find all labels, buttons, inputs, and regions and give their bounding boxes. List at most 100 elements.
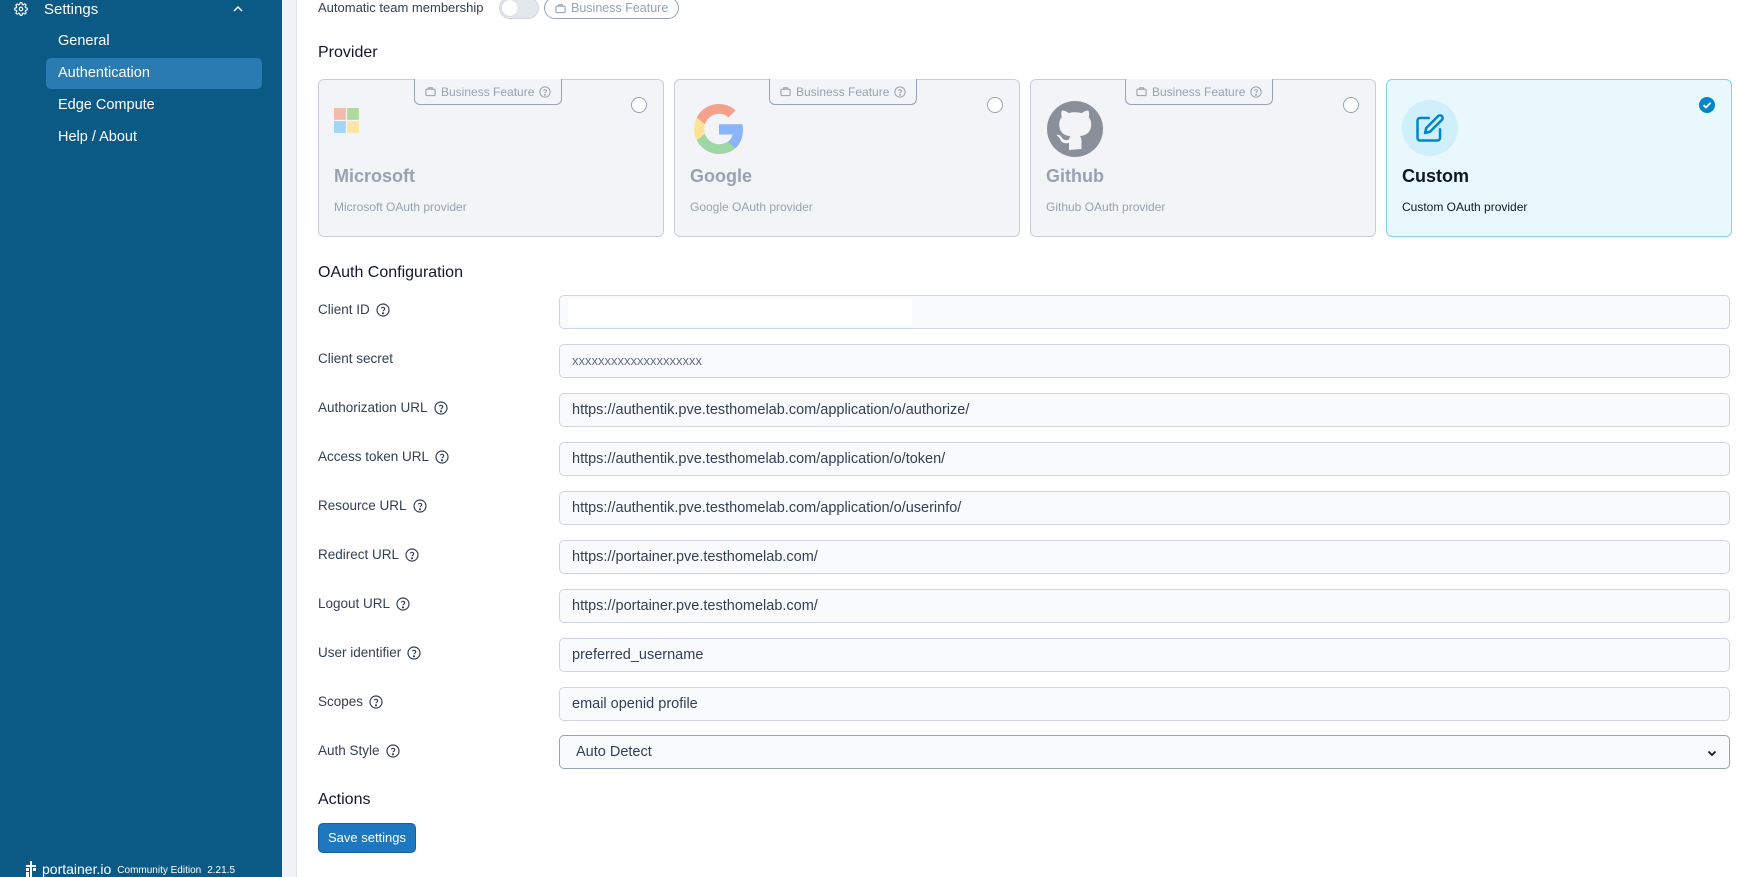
briefcase-icon: [780, 87, 791, 97]
select-value: Auto Detect: [576, 744, 652, 760]
check-icon: [1702, 102, 1712, 109]
team-membership-label: Automatic team membership: [318, 0, 484, 15]
scopes-label: Scopes: [318, 694, 383, 709]
label-text: Client secret: [318, 351, 394, 366]
provider-description: Google OAuth provider: [690, 200, 813, 214]
authorization-url-input[interactable]: https://authentik.pve.testhomelab.com/ap…: [559, 393, 1730, 427]
edit-icon: [1416, 114, 1444, 142]
label-text: Authorization URL: [318, 400, 428, 415]
provider-name: Google: [690, 166, 752, 186]
label-text: Scopes: [318, 694, 364, 709]
sidebar-item-help-about[interactable]: Help / About: [46, 122, 262, 153]
user-identifier-input[interactable]: preferred_username: [559, 638, 1730, 672]
badge-label: Business Feature: [1152, 84, 1246, 99]
briefcase-icon: [1136, 87, 1147, 97]
business-feature-badge: Business Feature: [414, 79, 563, 105]
chevron-up-icon[interactable]: [232, 3, 244, 15]
badge-label: Business Feature: [571, 1, 669, 15]
label-text: Auth Style: [318, 743, 380, 758]
client-id-input[interactable]: [559, 295, 1730, 329]
sidebar: Settings General Authentication Edge Com…: [0, 0, 282, 877]
label-text: Resource URL: [318, 498, 407, 513]
help-icon[interactable]: [412, 498, 427, 513]
provider-card-google[interactable]: Business Feature Google Google OAuth pro…: [674, 79, 1020, 237]
help-icon[interactable]: [433, 400, 448, 415]
logout-url-input[interactable]: https://portainer.pve.testhomelab.com/: [559, 589, 1730, 623]
provider-card-github[interactable]: Business Feature Github Github OAuth pro…: [1030, 79, 1376, 237]
provider-radio-custom[interactable]: [1699, 97, 1715, 113]
provider-name: Microsoft: [334, 166, 415, 186]
label-text: Redirect URL: [318, 547, 400, 562]
sidebar-item-authentication[interactable]: Authentication: [46, 58, 262, 89]
oauth-config-title: OAuth Configuration: [318, 264, 463, 281]
label-text: Logout URL: [318, 596, 391, 611]
help-icon[interactable]: [396, 596, 410, 611]
portainer-logo-icon: [26, 861, 36, 877]
help-icon[interactable]: [894, 85, 907, 98]
access-token-url-input[interactable]: https://authentik.pve.testhomelab.com/ap…: [559, 442, 1730, 476]
provider-card-custom[interactable]: Custom Custom OAuth provider: [1386, 79, 1732, 237]
access-token-url-label: Access token URL: [318, 449, 449, 464]
help-icon[interactable]: [539, 85, 552, 98]
footer-version: 2.21.5: [207, 865, 236, 876]
help-icon[interactable]: [369, 694, 383, 709]
team-membership-business-badge: Business Feature: [544, 0, 680, 19]
save-settings-button[interactable]: Save settings: [318, 823, 416, 853]
briefcase-icon: [425, 87, 436, 97]
custom-icon-circle: [1402, 100, 1458, 156]
provider-title: Provider: [318, 44, 378, 61]
authorization-url-label: Authorization URL: [318, 400, 448, 415]
sidebar-footer: portainer.io Community Edition 2.21.5: [24, 860, 235, 877]
help-icon[interactable]: [405, 547, 419, 562]
sidebar-settings-header[interactable]: Settings: [0, 0, 282, 22]
help-icon[interactable]: [1250, 85, 1263, 98]
footer-edition: Community Edition: [117, 865, 202, 876]
gear-icon: [14, 2, 28, 16]
provider-name: Github: [1046, 166, 1104, 186]
provider-radio-microsoft[interactable]: [631, 97, 647, 113]
provider-description: Microsoft OAuth provider: [334, 200, 467, 214]
help-icon[interactable]: [435, 449, 449, 464]
user-identifier-label: User identifier: [318, 645, 421, 660]
actions-title: Actions: [318, 791, 371, 808]
logout-url-label: Logout URL: [318, 596, 410, 611]
label-text: Client ID: [318, 302, 370, 317]
help-icon[interactable]: [376, 302, 390, 317]
sidebar-item-general[interactable]: General: [46, 26, 262, 57]
auth-style-select[interactable]: Auto Detect: [559, 735, 1730, 769]
redacted-value: [568, 298, 912, 326]
sidebar-gutter: [282, 0, 297, 877]
redirect-url-input[interactable]: https://portainer.pve.testhomelab.com/: [559, 540, 1730, 574]
provider-description: Github OAuth provider: [1046, 200, 1166, 214]
input-placeholder: xxxxxxxxxxxxxxxxxxxx: [572, 353, 702, 368]
provider-description: Custom OAuth provider: [1402, 200, 1528, 214]
help-icon[interactable]: [385, 743, 400, 758]
resource-url-label: Resource URL: [318, 498, 427, 513]
client-secret-input[interactable]: xxxxxxxxxxxxxxxxxxxx: [559, 344, 1730, 378]
redirect-url-label: Redirect URL: [318, 547, 419, 562]
provider-radio-github[interactable]: [1343, 97, 1359, 113]
resource-url-input[interactable]: https://authentik.pve.testhomelab.com/ap…: [559, 491, 1730, 525]
provider-radio-google[interactable]: [987, 97, 1003, 113]
provider-card-microsoft[interactable]: Business Feature Microsoft Microsoft OAu…: [318, 79, 664, 237]
team-membership-toggle[interactable]: [499, 0, 539, 19]
auth-style-label: Auth Style: [318, 743, 400, 758]
badge-label: Business Feature: [441, 84, 535, 99]
main-content: Automatic team membership Business Featu…: [297, 0, 1749, 877]
sidebar-section-title: Settings: [44, 1, 99, 18]
help-icon[interactable]: [407, 645, 421, 660]
client-id-label: Client ID: [318, 302, 390, 317]
github-logo-icon: [1047, 101, 1103, 157]
badge-label: Business Feature: [796, 84, 890, 99]
sidebar-item-edge-compute[interactable]: Edge Compute: [46, 90, 262, 121]
microsoft-logo-icon: [334, 108, 359, 133]
client-secret-label: Client secret: [318, 351, 393, 366]
footer-brand[interactable]: portainer.io: [42, 861, 111, 877]
business-feature-badge: Business Feature: [1125, 79, 1274, 105]
scopes-input[interactable]: email openid profile: [559, 687, 1730, 721]
briefcase-icon: [555, 3, 566, 13]
google-logo-icon: [694, 104, 743, 154]
label-text: User identifier: [318, 645, 402, 660]
business-feature-badge: Business Feature: [769, 79, 918, 105]
chevron-down-icon: [1707, 750, 1717, 757]
